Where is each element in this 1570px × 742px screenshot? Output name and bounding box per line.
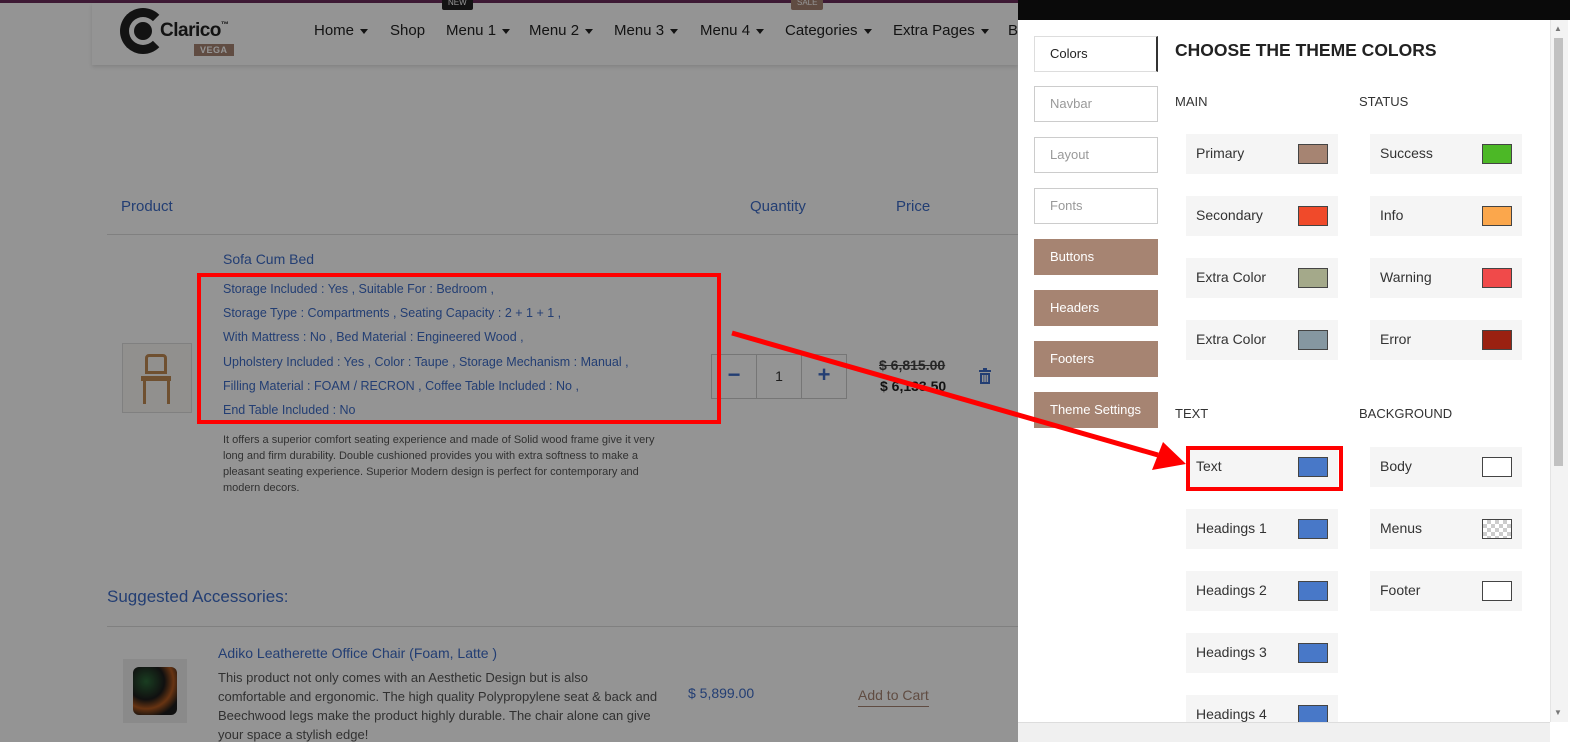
panel-title: CHOOSE THE THEME COLORS [1175, 40, 1437, 60]
color-swatch[interactable] [1298, 144, 1328, 164]
scroll-down-arrow-icon[interactable]: ▼ [1554, 708, 1562, 717]
color-row-footer[interactable]: Footer [1370, 571, 1522, 611]
annotation-highlight-attributes [197, 273, 721, 424]
panel-top-bar [1018, 0, 1570, 20]
tab-buttons[interactable]: Buttons [1034, 239, 1158, 275]
tab-navbar[interactable]: Navbar [1034, 86, 1158, 122]
color-swatch[interactable] [1482, 206, 1512, 226]
color-swatch[interactable] [1298, 705, 1328, 722]
color-row-success[interactable]: Success [1370, 134, 1522, 174]
tab-headers[interactable]: Headers [1034, 290, 1158, 326]
color-swatch[interactable] [1482, 581, 1512, 601]
color-swatch[interactable] [1298, 330, 1328, 350]
color-swatch[interactable] [1298, 268, 1328, 288]
color-row-headings-3[interactable]: Headings 3 [1186, 633, 1338, 673]
color-swatch[interactable] [1482, 330, 1512, 350]
color-row-headings-2[interactable]: Headings 2 [1186, 571, 1338, 611]
tab-footers[interactable]: Footers [1034, 341, 1158, 377]
color-swatch[interactable] [1298, 581, 1328, 601]
color-row-secondary[interactable]: Secondary [1186, 196, 1338, 236]
section-label-background: BACKGROUND [1359, 406, 1453, 421]
color-row-headings-1[interactable]: Headings 1 [1186, 509, 1338, 549]
color-row-menus[interactable]: Menus [1370, 509, 1522, 549]
transparent-color-swatch[interactable] [1482, 519, 1512, 539]
color-row-headings-4[interactable]: Headings 4 [1186, 695, 1338, 722]
tab-layout[interactable]: Layout [1034, 137, 1158, 173]
tab-colors[interactable]: Colors [1034, 36, 1158, 72]
color-row-info[interactable]: Info [1370, 196, 1522, 236]
color-swatch[interactable] [1482, 457, 1512, 477]
section-label-text: TEXT [1175, 406, 1209, 421]
color-row-extra-color-2[interactable]: Extra Color [1186, 320, 1338, 360]
annotation-highlight-text-color [1186, 446, 1343, 491]
color-swatch[interactable] [1298, 206, 1328, 226]
color-swatch[interactable] [1298, 643, 1328, 663]
scroll-up-arrow-icon[interactable]: ▲ [1554, 24, 1562, 33]
tab-fonts[interactable]: Fonts [1034, 188, 1158, 224]
color-row-extra-color-1[interactable]: Extra Color [1186, 258, 1338, 298]
color-row-body[interactable]: Body [1370, 447, 1522, 487]
color-swatch[interactable] [1298, 519, 1328, 539]
color-row-error[interactable]: Error [1370, 320, 1522, 360]
color-row-warning[interactable]: Warning [1370, 258, 1522, 298]
scrollbar-thumb[interactable] [1554, 38, 1563, 466]
color-swatch[interactable] [1482, 144, 1512, 164]
section-label-main: MAIN [1175, 94, 1208, 109]
theme-customizer-panel: Colors Navbar Layout Fonts Buttons Heade… [1018, 0, 1570, 742]
color-row-primary[interactable]: Primary [1186, 134, 1338, 174]
color-swatch[interactable] [1482, 268, 1512, 288]
section-label-status: STATUS [1359, 94, 1409, 109]
tab-theme-settings[interactable]: Theme Settings [1034, 392, 1158, 428]
panel-bottom-bar [1018, 722, 1550, 742]
